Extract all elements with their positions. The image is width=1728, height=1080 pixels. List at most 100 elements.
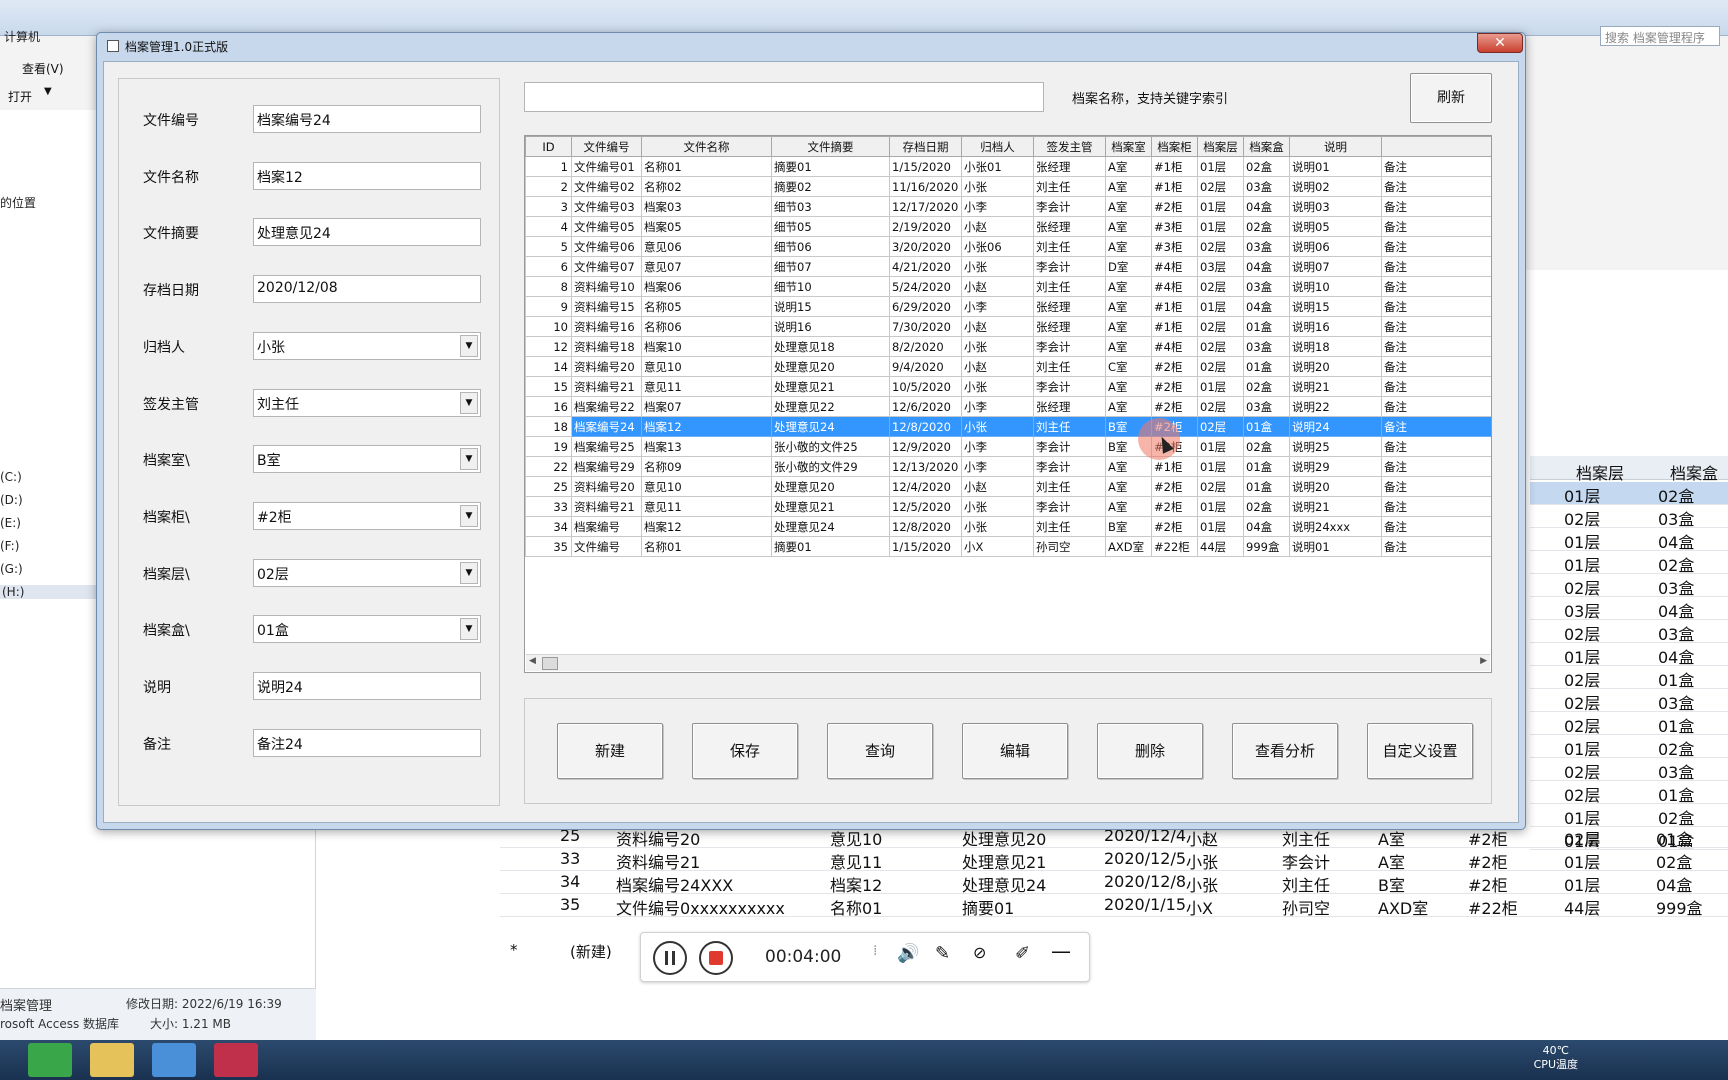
description-input[interactable]: 说明24 <box>253 672 481 700</box>
table-cell[interactable]: 8/2/2020 <box>889 336 962 357</box>
table-cell[interactable]: 01层 <box>1197 376 1244 397</box>
table-cell[interactable]: 李会计 <box>1033 336 1106 357</box>
table-cell[interactable]: 4/21/2020 <box>889 256 962 277</box>
drag-handle-icon[interactable]: ⁞ <box>873 943 877 959</box>
table-cell[interactable]: C室 <box>1105 356 1152 377</box>
table-cell[interactable]: 3/20/2020 <box>889 236 962 257</box>
table-row[interactable]: 15 资料编号21 意见11 处理意见21 10/5/2020 小张 李会计 A室 #2柜 01层… <box>525 376 1491 397</box>
bg-table-row[interactable]: 02层 01盒 <box>1530 666 1728 690</box>
table-cell[interactable]: 6/29/2020 <box>889 296 962 317</box>
table-cell[interactable]: 25 <box>525 476 572 497</box>
bg-table-row[interactable]: 01层 02盒 <box>1530 482 1728 506</box>
table-cell[interactable]: 资料编号15 <box>571 296 642 317</box>
save-button[interactable]: 保存 <box>692 723 798 779</box>
table-cell[interactable]: 小张 <box>961 176 1034 197</box>
table-cell[interactable]: 摘要01 <box>771 536 890 557</box>
table-cell[interactable]: 资料编号21 <box>571 376 642 397</box>
table-cell[interactable]: 小赵 <box>961 276 1034 297</box>
table-cell[interactable]: #2柜 <box>1151 376 1198 397</box>
table-cell[interactable]: 18 <box>525 416 572 437</box>
table-cell[interactable]: 11/16/2020 <box>889 176 962 197</box>
video-icon[interactable] <box>152 1043 196 1077</box>
table-cell[interactable]: 备注 <box>1381 296 1491 317</box>
table-cell[interactable]: 李会计 <box>1033 496 1106 517</box>
bg-table-row[interactable]: 01层 02盒 <box>1530 804 1728 828</box>
table-cell[interactable]: 1 <box>525 156 572 177</box>
table-cell[interactable]: 意见07 <box>641 256 772 277</box>
table-row[interactable]: 6 文件编号07 意见07 细节07 4/21/2020 小张 李会计 D室 #4柜 03层 04盒… <box>525 256 1491 277</box>
table-cell[interactable]: 备注 <box>1381 276 1491 297</box>
bg-table-row[interactable]: 02层 03盒 <box>1530 574 1728 598</box>
table-cell[interactable]: 02盒 <box>1243 156 1290 177</box>
table-cell[interactable]: 备注 <box>1381 536 1491 557</box>
bg-header-box[interactable]: 档案盒 <box>1670 460 1718 484</box>
table-cell[interactable]: 文件编号03 <box>571 196 642 217</box>
table-cell[interactable]: 02层 <box>1197 176 1244 197</box>
menu-view[interactable]: 查看(V) <box>22 60 64 77</box>
table-cell[interactable]: 刘主任 <box>1033 516 1106 537</box>
table-cell[interactable]: 文件编号 <box>571 536 642 557</box>
table-cell[interactable]: 03盒 <box>1243 276 1290 297</box>
table-cell[interactable]: 处理意见18 <box>771 336 890 357</box>
chevron-down-icon[interactable]: ▼ <box>460 618 478 641</box>
archive-layer-select[interactable]: 02层 ▼ <box>253 558 481 587</box>
table-cell[interactable]: 意见11 <box>641 496 772 517</box>
table-cell[interactable]: B室 <box>1105 516 1152 537</box>
table-cell[interactable]: A室 <box>1105 316 1152 337</box>
table-cell[interactable]: A室 <box>1105 216 1152 237</box>
table-cell[interactable]: 细节06 <box>771 236 890 257</box>
table-cell[interactable]: 备注 <box>1381 416 1491 437</box>
table-cell[interactable]: 档案12 <box>641 516 772 537</box>
table-cell[interactable]: 1/15/2020 <box>889 156 962 177</box>
table-cell[interactable]: 备注 <box>1381 196 1491 217</box>
bg-table-row[interactable]: 02层 01盒 <box>1530 781 1728 805</box>
table-cell[interactable]: 文件编号01 <box>571 156 642 177</box>
table-cell[interactable]: A室 <box>1105 236 1152 257</box>
bg-table-row[interactable]: 03层 04盒 <box>1530 597 1728 621</box>
table-cell[interactable]: 01盒 <box>1243 416 1290 437</box>
chevron-down-icon[interactable]: ▼ <box>460 561 478 584</box>
table-cell[interactable]: 档案编号29 <box>571 456 642 477</box>
table-cell[interactable]: 备注 <box>1381 356 1491 377</box>
table-row[interactable]: 4 文件编号05 档案05 细节05 2/19/2020 小赵 张经理 A室 #3柜 01层 02盒… <box>525 216 1491 237</box>
supervisor-select[interactable]: 刘主任 ▼ <box>253 388 481 417</box>
table-cell[interactable]: 档案13 <box>641 436 772 457</box>
grid-column-header[interactable]: ID <box>525 136 572 157</box>
speaker-icon[interactable]: 🔊 <box>897 943 919 964</box>
grid-column-header[interactable]: 归档人 <box>961 136 1034 157</box>
drive-h[interactable]: (H:) <box>0 585 96 599</box>
table-cell[interactable]: 处理意见20 <box>771 476 890 497</box>
table-row[interactable]: 12 资料编号18 档案10 处理意见18 8/2/2020 小张 李会计 A室 #4柜 02层 0… <box>525 336 1491 357</box>
table-cell[interactable]: #2柜 <box>1151 396 1198 417</box>
drive-g[interactable]: (G:) <box>0 562 23 576</box>
table-cell[interactable]: 03盒 <box>1243 176 1290 197</box>
table-cell[interactable]: #1柜 <box>1151 156 1198 177</box>
table-cell[interactable]: 细节10 <box>771 276 890 297</box>
table-row[interactable]: 25 资料编号20 意见10 处理意见20 12/4/2020 小赵 刘主任 A室 #2柜 02层… <box>525 476 1491 497</box>
scroll-thumb[interactable] <box>542 657 558 670</box>
table-cell[interactable]: 9 <box>525 296 572 317</box>
table-cell[interactable]: 说明24xxx <box>1289 516 1382 537</box>
bg-header-layer[interactable]: 档案层 <box>1576 460 1624 484</box>
table-cell[interactable]: 2 <box>525 176 572 197</box>
table-cell[interactable]: 档案10 <box>641 336 772 357</box>
table-cell[interactable]: 说明03 <box>1289 196 1382 217</box>
table-cell[interactable]: 备注 <box>1381 496 1491 517</box>
table-cell[interactable]: 02层 <box>1197 356 1244 377</box>
table-cell[interactable]: 02层 <box>1197 396 1244 417</box>
table-cell[interactable]: 备注 <box>1381 216 1491 237</box>
explorer-search-input[interactable]: 搜索 档案管理程序 <box>1600 26 1720 46</box>
drive-e[interactable]: (E:) <box>0 516 21 530</box>
table-cell[interactable]: 备注 <box>1381 336 1491 357</box>
table-cell[interactable]: 01盒 <box>1243 476 1290 497</box>
table-cell[interactable]: 备注 <box>1381 256 1491 277</box>
table-cell[interactable]: 资料编号21 <box>571 496 642 517</box>
table-cell[interactable]: 文件编号05 <box>571 216 642 237</box>
table-cell[interactable]: 处理意见20 <box>771 356 890 377</box>
table-cell[interactable]: 备注 <box>1381 436 1491 457</box>
table-cell[interactable]: 01盒 <box>1243 456 1290 477</box>
table-cell[interactable]: 12/6/2020 <box>889 396 962 417</box>
table-cell[interactable]: 01层 <box>1197 436 1244 457</box>
bg-table-row[interactable]: 02层 03盒 <box>1530 620 1728 644</box>
custom-settings-button[interactable]: 自定义设置 <box>1367 723 1473 779</box>
